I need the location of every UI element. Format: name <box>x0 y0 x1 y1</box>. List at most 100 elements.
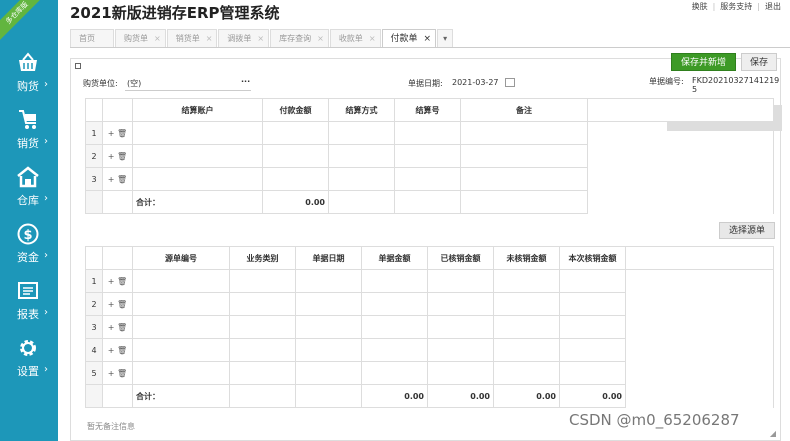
row-number: 1 <box>85 121 103 145</box>
supplier-underline <box>125 90 251 91</box>
nav-label: 设置 <box>17 365 39 378</box>
source-table: 源单编号 业务类别 单据日期 单据金额 已核销金额 未核销金额 本次核销金额 1… <box>85 246 774 408</box>
tab-payment[interactable]: 付款单 × <box>381 29 437 48</box>
col-header: 已核销金额 <box>427 246 494 270</box>
row-actions[interactable]: + 🗑 <box>102 121 133 145</box>
close-icon[interactable]: × <box>317 34 324 43</box>
add-row-icon: + <box>107 128 115 138</box>
row-number: 2 <box>85 144 103 168</box>
row-actions[interactable]: + 🗑 <box>102 315 133 339</box>
tab-inventory[interactable]: 库存查询 × <box>270 29 329 47</box>
add-row-icon: + <box>107 299 115 309</box>
remark-note[interactable]: 暂无备注信息 <box>87 421 135 432</box>
chevron-right-icon: › <box>44 193 48 204</box>
nav-sales[interactable]: 销货 › <box>0 109 58 159</box>
tab-divider <box>70 47 790 48</box>
nav-warehouse[interactable]: 仓库 › <box>0 166 58 216</box>
chevron-right-icon: › <box>44 79 48 90</box>
cart-icon <box>19 110 36 129</box>
tab-bar: 首页 购货单 × 销货单 × 调拨单 × 库存查询 × 收款单 × 付款单 × ▾ <box>70 29 454 48</box>
row-actions[interactable]: + 🗑 <box>102 144 133 168</box>
collapse-icon[interactable] <box>75 63 81 69</box>
add-row-icon: + <box>107 151 115 161</box>
supplier-more-button[interactable]: ··· <box>241 77 250 86</box>
delete-row-icon: 🗑 <box>117 368 128 378</box>
row-actions[interactable]: + 🗑 <box>102 338 133 362</box>
nav-funds[interactable]: $ 资金 › <box>0 223 58 273</box>
report-icon <box>18 282 38 299</box>
payment-form: 保存并新增 保存 购货单位: (空) ··· 单据日期: 2021-03-27 … <box>70 53 782 441</box>
number-label: 单据编号: <box>649 77 684 86</box>
version-badge: 多仓库版 <box>0 0 44 40</box>
logout-link[interactable]: 退出 <box>760 2 786 11</box>
chevron-down-icon: ▾ <box>443 34 448 43</box>
col-header: 未核销金额 <box>493 246 560 270</box>
col-header: 结算号 <box>394 98 461 122</box>
resize-handle-icon[interactable]: ◢ <box>770 429 776 438</box>
date-value[interactable]: 2021-03-27 <box>452 78 499 87</box>
nav-label: 销货 <box>17 137 39 150</box>
delete-row-icon: 🗑 <box>117 174 128 184</box>
add-row-icon: + <box>107 322 115 332</box>
skin-link[interactable]: 换肤 <box>687 2 713 11</box>
add-row-icon: + <box>107 174 115 184</box>
nav-settings[interactable]: 设置 › <box>0 337 58 387</box>
row-number: 5 <box>85 361 103 385</box>
close-icon[interactable]: × <box>424 34 432 44</box>
row-actions[interactable]: + 🗑 <box>102 361 133 385</box>
support-link[interactable]: 服务支持 <box>715 2 757 11</box>
row-number: 3 <box>85 167 103 191</box>
close-icon[interactable]: × <box>257 34 264 43</box>
col-header: 单据金额 <box>361 246 428 270</box>
basket-icon <box>19 52 37 71</box>
nav-label: 购货 <box>17 80 39 93</box>
watermark: CSDN @m0_65206287 <box>569 411 740 429</box>
col-header: 本次核销金额 <box>559 246 626 270</box>
nav-label: 资金 <box>17 251 39 264</box>
tab-transfer[interactable]: 调拨单 × <box>218 29 270 47</box>
tab-receipt[interactable]: 收款单 × <box>329 29 381 47</box>
svg-text:$: $ <box>23 228 32 243</box>
nav-reports[interactable]: 报表 › <box>0 280 58 330</box>
nav-label: 仓库 <box>17 194 39 207</box>
table-row: 1 + 🗑 <box>85 121 774 214</box>
col-header: 单据日期 <box>295 246 362 270</box>
tab-purchase[interactable]: 购货单 × <box>115 29 166 47</box>
tab-more-dropdown[interactable]: ▾ <box>437 29 454 47</box>
col-header: 业务类别 <box>229 246 296 270</box>
total-label: 合计： <box>132 384 230 408</box>
delete-row-icon: 🗑 <box>117 128 128 138</box>
chevron-right-icon: › <box>44 307 48 318</box>
row-actions[interactable]: + 🗑 <box>102 292 133 316</box>
row-actions[interactable]: + 🗑 <box>102 269 133 293</box>
save-and-new-button[interactable]: 保存并新增 <box>671 53 736 71</box>
delete-row-icon: 🗑 <box>117 276 128 286</box>
supplier-value[interactable]: (空) <box>127 78 141 89</box>
close-icon[interactable]: × <box>369 34 376 43</box>
col-header: 结算账户 <box>132 98 263 122</box>
tab-sales[interactable]: 销货单 × <box>166 29 218 47</box>
gear-icon <box>20 340 36 356</box>
supplier-label: 购货单位: <box>83 79 118 88</box>
money-icon: $ <box>17 223 39 245</box>
select-source-button[interactable]: 选择源单 <box>719 222 775 239</box>
close-icon[interactable]: × <box>154 34 161 43</box>
nav-purchase[interactable]: 购货 › <box>0 52 58 102</box>
chevron-right-icon: › <box>44 136 48 147</box>
col-header: 付款金额 <box>262 98 329 122</box>
close-icon[interactable]: × <box>206 34 213 43</box>
tab-home[interactable]: 首页 <box>70 29 114 47</box>
table-row: 1 + 🗑 <box>85 269 774 408</box>
add-row-icon: + <box>107 345 115 355</box>
total-doc-amount: 0.00 <box>361 384 428 408</box>
calendar-icon[interactable] <box>505 78 515 87</box>
delete-row-icon: 🗑 <box>117 345 128 355</box>
top-links: 换肤 | 服务支持 | 退出 <box>687 1 786 12</box>
app-title: 2021新版进销存ERP管理系统 <box>70 4 280 22</box>
warehouse-icon <box>17 166 39 188</box>
save-button[interactable]: 保存 <box>741 53 777 71</box>
delete-row-icon: 🗑 <box>117 299 128 309</box>
row-actions[interactable]: + 🗑 <box>102 167 133 191</box>
total-label: 合计： <box>132 190 263 214</box>
chevron-right-icon: › <box>44 364 48 375</box>
